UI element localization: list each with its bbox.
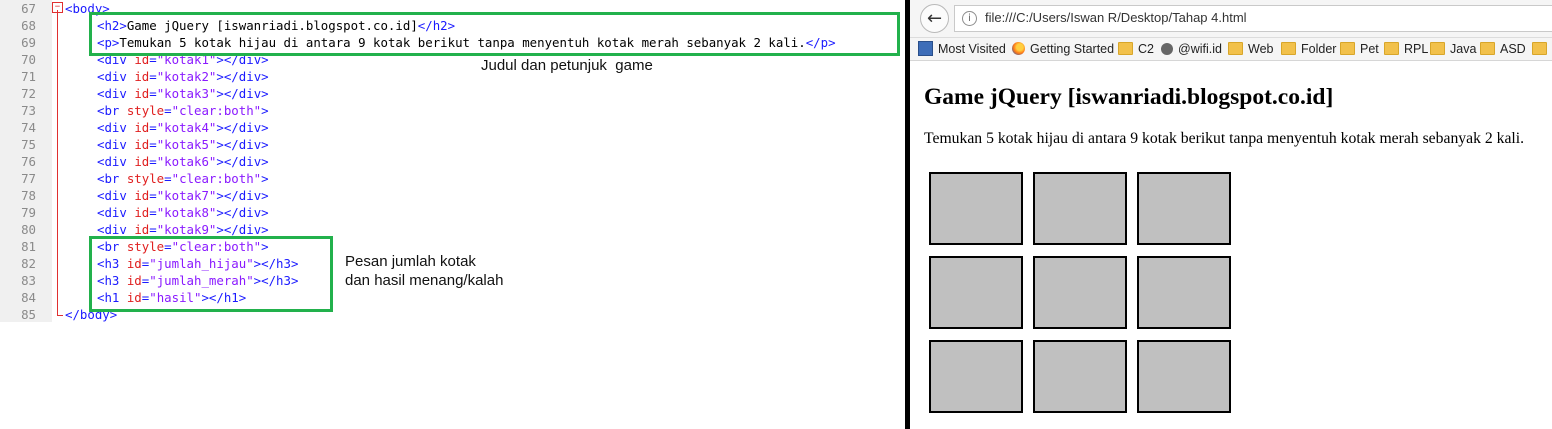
folder-icon <box>1384 42 1399 56</box>
game-box-6[interactable] <box>1137 256 1231 329</box>
code-line[interactable]: 72 <div id="kotak3"></div> <box>0 85 900 102</box>
line-number: 67 <box>21 1 36 16</box>
highlight-box-title <box>89 12 900 56</box>
bookmark-pet[interactable]: Pet <box>1340 40 1379 58</box>
code-line[interactable]: 75 <div id="kotak5"></div> <box>0 136 900 153</box>
firefox-icon <box>1012 42 1025 56</box>
bookmark-label: Java <box>1450 42 1477 56</box>
browser-window: ← i file:///C:/Users/Iswan R/Desktop/Tah… <box>910 0 1552 429</box>
code-line[interactable]: 71 <div id="kotak2"></div> <box>0 68 900 85</box>
annotation-result-line2: dan hasil menang/kalah <box>345 272 504 289</box>
line-number: 81 <box>21 239 36 254</box>
line-number: 84 <box>21 290 36 305</box>
bookmark-java[interactable]: Java <box>1430 40 1476 58</box>
game-box-3[interactable] <box>1137 172 1231 245</box>
line-number: 78 <box>21 188 36 203</box>
folder-icon <box>1228 42 1243 56</box>
folder-icon <box>1532 42 1547 56</box>
bookmark-getting-started[interactable]: Getting Started <box>1012 40 1114 58</box>
line-number: 71 <box>21 69 36 84</box>
line-number: 80 <box>21 222 36 237</box>
line-number: 79 <box>21 205 36 220</box>
url-text[interactable]: file:///C:/Users/Iswan R/Desktop/Tahap 4… <box>985 9 1247 27</box>
info-icon[interactable]: i <box>962 11 977 26</box>
game-instruction: Temukan 5 kotak hijau di antara 9 kotak … <box>924 130 1525 147</box>
game-box-4[interactable] <box>929 256 1023 329</box>
line-number: 75 <box>21 137 36 152</box>
bookmark-label: Most Visited <box>938 42 1006 56</box>
bookmark-j[interactable]: J <box>1532 40 1552 58</box>
game-box-7[interactable] <box>929 340 1023 413</box>
code-text: <div id="kotak2"></div> <box>97 69 269 84</box>
code-text: <div id="kotak4"></div> <box>97 120 269 135</box>
bookmark-label: Getting Started <box>1030 42 1115 56</box>
highlight-box-result <box>89 236 333 312</box>
bookmark-wifi[interactable]: @wifi.id <box>1161 40 1222 58</box>
line-number: 83 <box>21 273 36 288</box>
game-box-1[interactable] <box>929 172 1023 245</box>
code-text: <div id="kotak3"></div> <box>97 86 269 101</box>
line-number: 85 <box>21 307 36 322</box>
code-line[interactable]: 74 <div id="kotak4"></div> <box>0 119 900 136</box>
line-number: 72 <box>21 86 36 101</box>
game-box-2[interactable] <box>1033 172 1127 245</box>
line-number: 76 <box>21 154 36 169</box>
navigation-bar: ← i file:///C:/Users/Iswan R/Desktop/Tah… <box>910 0 1552 38</box>
bookmark-label: RPL <box>1404 42 1429 56</box>
code-line[interactable]: 79 <div id="kotak8"></div> <box>0 204 900 221</box>
code-text: <br style="clear:both"> <box>97 171 269 186</box>
line-number: 69 <box>21 35 36 50</box>
bookmark-label: Folder <box>1301 42 1337 56</box>
most-visited-icon <box>918 41 933 57</box>
bookmark-label: Web <box>1248 42 1274 56</box>
url-bar[interactable]: i file:///C:/Users/Iswan R/Desktop/Tahap… <box>954 5 1552 32</box>
bookmark-web[interactable]: Web <box>1228 40 1273 58</box>
bookmark-folder[interactable]: Folder <box>1281 40 1336 58</box>
code-text: <br style="clear:both"> <box>97 103 269 118</box>
game-box-8[interactable] <box>1033 340 1127 413</box>
annotation-title: Judul dan petunjuk game <box>481 57 653 74</box>
code-text: <div id="kotak7"></div> <box>97 188 269 203</box>
folder-icon <box>1430 42 1445 56</box>
folder-icon <box>1118 42 1133 56</box>
bookmarks-toolbar: Most Visited Getting Started C2 @wifi.id… <box>910 38 1552 61</box>
bookmark-label: ASD <box>1500 42 1526 56</box>
line-number: 74 <box>21 120 36 135</box>
game-box-5[interactable] <box>1033 256 1127 329</box>
bookmark-most-visited[interactable]: Most Visited <box>918 40 1006 58</box>
page-content: Game jQuery [iswanriadi.blogspot.co.id] … <box>910 61 1552 429</box>
folder-icon <box>1281 42 1296 56</box>
code-text: <div id="kotak6"></div> <box>97 154 269 169</box>
bookmark-c2[interactable]: C2 <box>1118 40 1154 58</box>
bookmark-asd[interactable]: ASD <box>1480 40 1526 58</box>
code-line[interactable]: 76 <div id="kotak6"></div> <box>0 153 900 170</box>
bookmark-rpl[interactable]: RPL <box>1384 40 1428 58</box>
code-line[interactable]: 73 <br style="clear:both"> <box>0 102 900 119</box>
bookmark-label: @wifi.id <box>1178 42 1222 56</box>
line-number: 70 <box>21 52 36 67</box>
code-line[interactable]: 78 <div id="kotak7"></div> <box>0 187 900 204</box>
bookmark-label: Pet <box>1360 42 1379 56</box>
code-line[interactable]: 77 <br style="clear:both"> <box>0 170 900 187</box>
game-box-9[interactable] <box>1137 340 1231 413</box>
line-number: 68 <box>21 18 36 33</box>
code-text: <div id="kotak5"></div> <box>97 137 269 152</box>
bookmark-label: C2 <box>1138 42 1154 56</box>
folder-icon <box>1340 42 1355 56</box>
wifi-icon <box>1161 42 1173 55</box>
code-editor[interactable]: − 67 <body> 68 <h2>Game jQuery [iswanriadi.… <box>0 0 905 429</box>
line-number: 73 <box>21 103 36 118</box>
page-heading: Game jQuery [iswanriadi.blogspot.co.id] <box>924 84 1334 110</box>
annotation-result-line1: Pesan jumlah kotak <box>345 253 476 270</box>
line-number: 77 <box>21 171 36 186</box>
line-number: 82 <box>21 256 36 271</box>
folder-icon <box>1480 42 1495 56</box>
code-text: <div id="kotak8"></div> <box>97 205 269 220</box>
back-arrow-icon[interactable]: ← <box>920 4 949 33</box>
